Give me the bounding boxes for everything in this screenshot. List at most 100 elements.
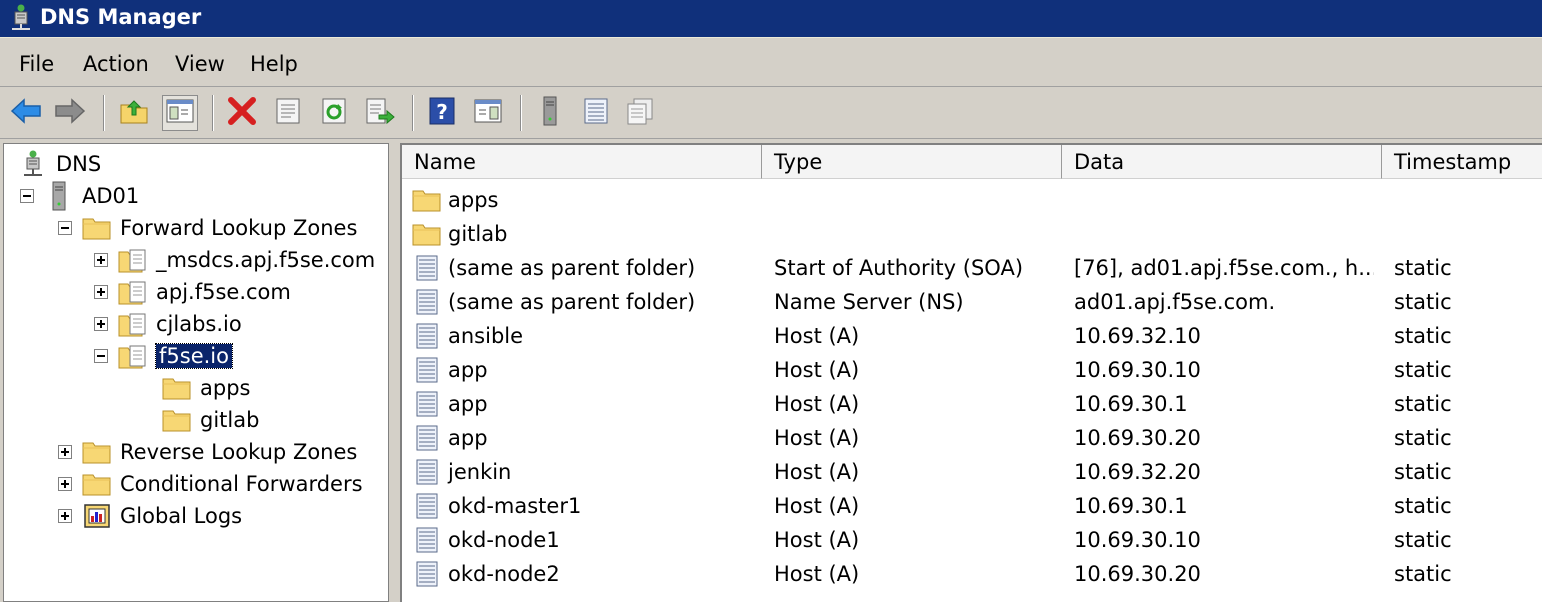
delete-button[interactable] bbox=[224, 95, 260, 131]
column-header-data[interactable]: Data bbox=[1062, 145, 1382, 179]
record-timestamp: static bbox=[1394, 460, 1452, 484]
tree-node[interactable]: Global Logs bbox=[58, 501, 242, 531]
record-icon bbox=[412, 526, 442, 554]
zone-icon bbox=[118, 342, 148, 370]
collapse-toggle[interactable] bbox=[58, 221, 72, 235]
folder-icon bbox=[412, 186, 442, 214]
tree-node[interactable]: Forward Lookup Zones bbox=[58, 213, 357, 243]
help-button[interactable]: ? bbox=[424, 95, 460, 131]
server-icon bbox=[541, 96, 559, 131]
record-icon bbox=[412, 322, 442, 350]
up-one-level-button[interactable] bbox=[116, 95, 152, 131]
column-header-type[interactable]: Type bbox=[762, 145, 1062, 179]
table-row[interactable]: app Host (A) 10.69.30.10 static bbox=[402, 353, 1542, 387]
menu-file[interactable]: File bbox=[19, 52, 54, 76]
tree-node[interactable]: Conditional Forwarders bbox=[58, 469, 363, 499]
table-row[interactable]: app Host (A) 10.69.30.1 static bbox=[402, 387, 1542, 421]
table-row[interactable]: gitlab bbox=[402, 217, 1542, 251]
table-row[interactable]: okd-node2 Host (A) 10.69.30.20 static bbox=[402, 557, 1542, 591]
table-row[interactable]: jenkin Host (A) 10.69.32.20 static bbox=[402, 455, 1542, 489]
tree-node[interactable]: apj.f5se.com bbox=[94, 277, 291, 307]
folder-icon bbox=[162, 406, 192, 434]
expand-toggle[interactable] bbox=[94, 285, 108, 299]
collapse-toggle[interactable] bbox=[94, 349, 108, 363]
record-name: (same as parent folder) bbox=[448, 256, 696, 280]
menu-action[interactable]: Action bbox=[83, 52, 149, 76]
record-timestamp: static bbox=[1394, 562, 1452, 586]
expand-toggle[interactable] bbox=[58, 477, 72, 491]
tree-node[interactable]: DNS bbox=[18, 149, 101, 179]
record-data: 10.69.30.10 bbox=[1074, 358, 1201, 382]
tree-node-label: Forward Lookup Zones bbox=[120, 216, 358, 240]
record-name: app bbox=[448, 358, 488, 382]
record-icon bbox=[412, 560, 442, 588]
tree-node[interactable]: Reverse Lookup Zones bbox=[58, 437, 357, 467]
collapse-toggle[interactable] bbox=[20, 189, 34, 203]
tree-node[interactable]: cjlabs.io bbox=[94, 309, 242, 339]
server-icon bbox=[44, 181, 74, 211]
column-header-timestamp[interactable]: Timestamp bbox=[1382, 145, 1542, 179]
record-type: Host (A) bbox=[774, 460, 860, 484]
record-timestamp: static bbox=[1394, 392, 1452, 416]
record-name: okd-node1 bbox=[448, 528, 560, 552]
results-pane: Name Type Data Timestamp apps gitlab (same… bbox=[400, 143, 1542, 602]
window-title: DNS Manager bbox=[40, 5, 202, 29]
record-data: 10.69.32.20 bbox=[1074, 460, 1201, 484]
copy-record-button[interactable] bbox=[622, 95, 658, 131]
record-data: 10.69.30.20 bbox=[1074, 562, 1201, 586]
table-row[interactable]: (same as parent folder) Name Server (NS) a… bbox=[402, 285, 1542, 319]
table-row[interactable]: okd-master1 Host (A) 10.69.30.1 static bbox=[402, 489, 1542, 523]
back-button[interactable] bbox=[8, 95, 44, 131]
table-row[interactable]: apps bbox=[402, 183, 1542, 217]
record-name: gitlab bbox=[448, 222, 508, 246]
tree-node[interactable]: f5se.io bbox=[94, 341, 233, 371]
record-data: 10.69.32.10 bbox=[1074, 324, 1201, 348]
record-name: (same as parent folder) bbox=[448, 290, 696, 314]
record-type: Host (A) bbox=[774, 392, 860, 416]
export-list-button[interactable] bbox=[362, 95, 398, 131]
refresh-button[interactable] bbox=[316, 95, 352, 131]
menu-view[interactable]: View bbox=[175, 52, 225, 76]
menu-help[interactable]: Help bbox=[250, 52, 298, 76]
refresh-icon bbox=[321, 97, 347, 130]
table-row[interactable]: okd-node1 Host (A) 10.69.30.10 static bbox=[402, 523, 1542, 557]
server-button[interactable] bbox=[532, 95, 568, 131]
table-row[interactable]: ansible Host (A) 10.69.32.10 static bbox=[402, 319, 1542, 353]
tree-node[interactable]: AD01 bbox=[20, 181, 139, 211]
record-icon bbox=[412, 356, 442, 384]
console-tree: DNS AD01 Forward Lookup Zones _msdcs.apj.f5… bbox=[3, 143, 389, 602]
expand-toggle[interactable] bbox=[58, 445, 72, 459]
table-row[interactable]: app Host (A) 10.69.30.20 static bbox=[402, 421, 1542, 455]
record-type: Host (A) bbox=[774, 358, 860, 382]
record-name: app bbox=[448, 392, 488, 416]
record-icon bbox=[412, 390, 442, 418]
records-icon bbox=[626, 97, 654, 130]
log-icon bbox=[82, 502, 112, 530]
record-timestamp: static bbox=[1394, 324, 1452, 348]
record-timestamp: static bbox=[1394, 494, 1452, 518]
record-button[interactable] bbox=[578, 95, 614, 131]
record-timestamp: static bbox=[1394, 358, 1452, 382]
console-tree-icon bbox=[166, 98, 194, 129]
properties-button[interactable] bbox=[270, 95, 306, 131]
record-timestamp: static bbox=[1394, 256, 1452, 280]
toolbar-separator bbox=[212, 95, 214, 131]
tree-node[interactable]: gitlab bbox=[162, 405, 259, 435]
table-row[interactable]: (same as parent folder) Start of Authorit… bbox=[402, 251, 1542, 285]
show-hide-console-tree-button[interactable] bbox=[162, 95, 198, 131]
record-name: apps bbox=[448, 188, 499, 212]
tree-node[interactable]: _msdcs.apj.f5se.com bbox=[94, 245, 375, 275]
record-type: Start of Authority (SOA) bbox=[774, 256, 1024, 280]
tree-node-label: apj.f5se.com bbox=[156, 280, 291, 304]
column-header-name[interactable]: Name bbox=[402, 145, 762, 179]
expand-toggle[interactable] bbox=[94, 317, 108, 331]
folder-icon bbox=[412, 220, 442, 248]
show-hide-action-pane-button[interactable] bbox=[470, 95, 506, 131]
record-timestamp bbox=[1394, 183, 1539, 217]
expand-toggle[interactable] bbox=[58, 509, 72, 523]
zone-icon bbox=[118, 310, 148, 338]
tree-node[interactable]: apps bbox=[162, 373, 250, 403]
expand-toggle[interactable] bbox=[94, 253, 108, 267]
forward-button[interactable] bbox=[52, 95, 88, 131]
record-name: app bbox=[448, 426, 488, 450]
